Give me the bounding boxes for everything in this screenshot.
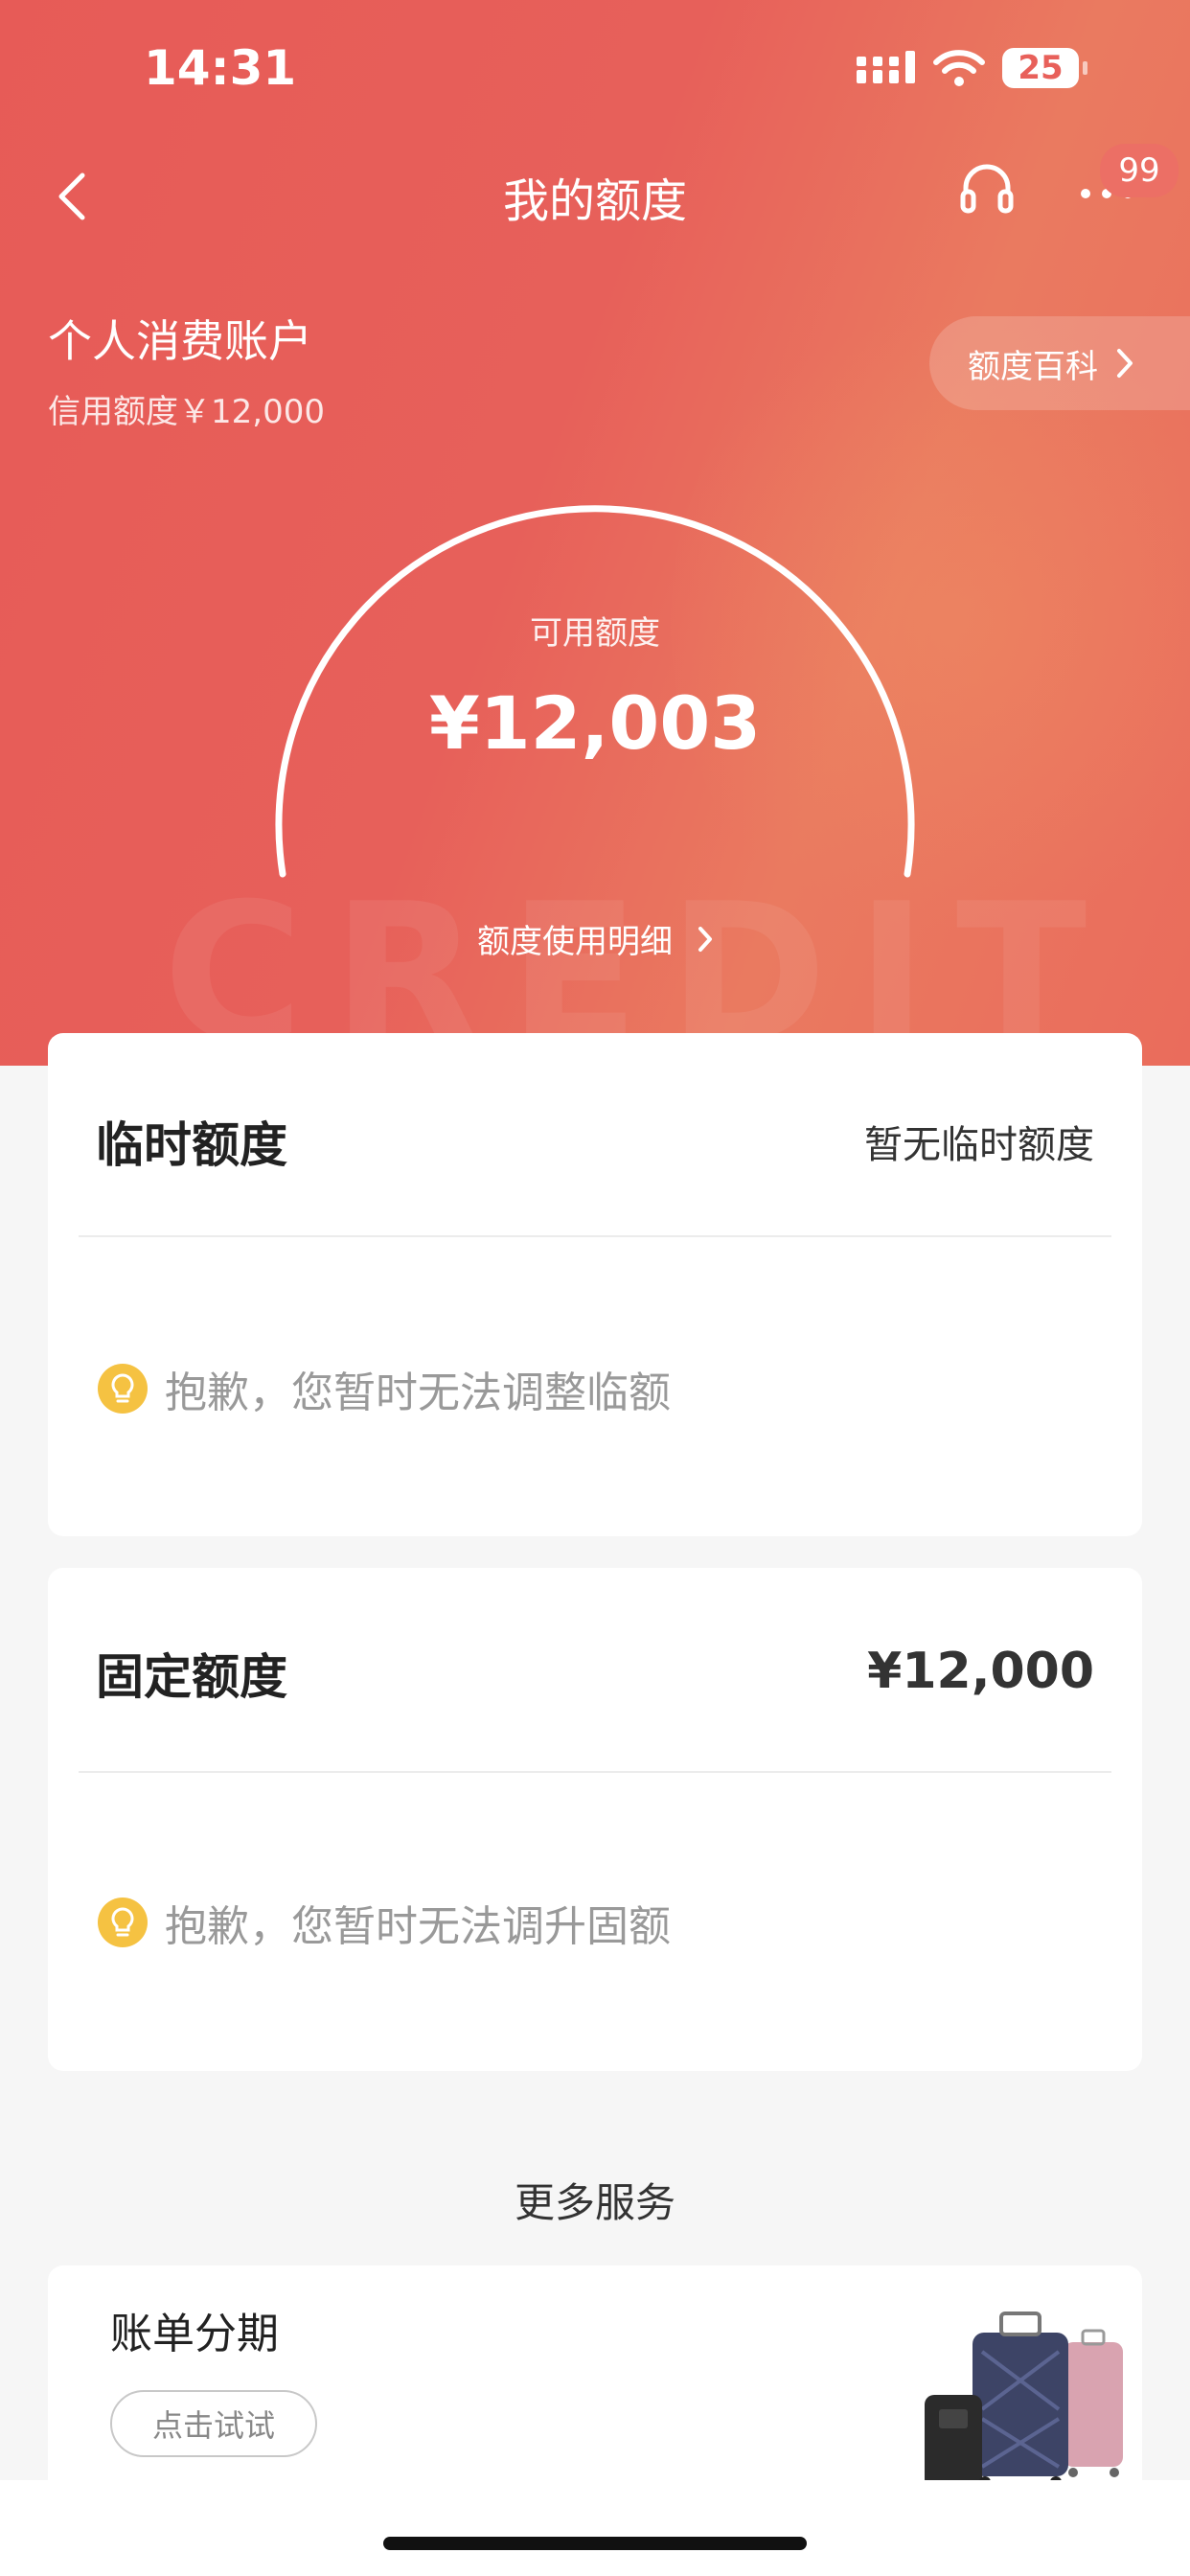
available-credit-amount: ¥12,003: [428, 680, 762, 766]
fixed-credit-tip-text: 抱歉，您暂时无法调升固额: [165, 1902, 671, 1951]
encyclopedia-label: 额度百科: [968, 347, 1098, 386]
account-name: 个人消费账户: [48, 315, 312, 367]
divider: [79, 1771, 1111, 1773]
status-icons: 25: [857, 44, 1087, 92]
headset-icon[interactable]: [958, 161, 1016, 220]
temporary-credit-card: 临时额度 暂无临时额度 抱歉，您暂时无法调整临额: [48, 1033, 1142, 1536]
fixed-credit-card: 固定额度 ¥12,000 抱歉，您暂时无法调升固额: [48, 1568, 1142, 2071]
credit-limit: 信用额度￥12,000: [48, 393, 325, 431]
divider: [79, 1235, 1111, 1237]
temporary-credit-tip-text: 抱歉，您暂时无法调整临额: [165, 1368, 671, 1417]
status-time: 14:31: [144, 40, 297, 96]
fixed-credit-title: 固定额度: [96, 1649, 287, 1705]
temporary-credit-title: 临时额度: [96, 1117, 287, 1173]
available-credit-label: 可用额度: [530, 614, 660, 653]
signal-icon: [857, 51, 915, 83]
credit-detail-link[interactable]: 额度使用明细: [0, 915, 1190, 962]
fixed-credit-tip: 抱歉，您暂时无法调升固额: [98, 1892, 671, 1953]
lightbulb-icon: [98, 1364, 148, 1414]
lightbulb-icon: [98, 1898, 148, 1947]
encyclopedia-button[interactable]: 额度百科: [929, 316, 1190, 410]
credit-gauge-arc: [275, 505, 915, 878]
chevron-right-icon: [698, 926, 712, 952]
battery-indicator: 25: [1002, 48, 1087, 88]
notification-badge: 99: [1100, 144, 1179, 197]
fixed-credit-amount: ¥12,000: [867, 1643, 1094, 1700]
bottom-bar: [0, 2480, 1190, 2576]
temporary-credit-tip: 抱歉，您暂时无法调整临额: [98, 1358, 671, 1419]
more-services-title: 更多服务: [514, 2179, 675, 2226]
chevron-right-icon: [1117, 349, 1133, 378]
wifi-icon: [933, 50, 985, 86]
home-indicator[interactable]: [383, 2537, 807, 2550]
credit-detail-label: 额度使用明细: [477, 923, 673, 961]
service-title: 账单分期: [110, 2310, 279, 2358]
temporary-credit-status: 暂无临时额度: [864, 1123, 1094, 1167]
try-now-button[interactable]: 点击试试: [110, 2390, 317, 2457]
